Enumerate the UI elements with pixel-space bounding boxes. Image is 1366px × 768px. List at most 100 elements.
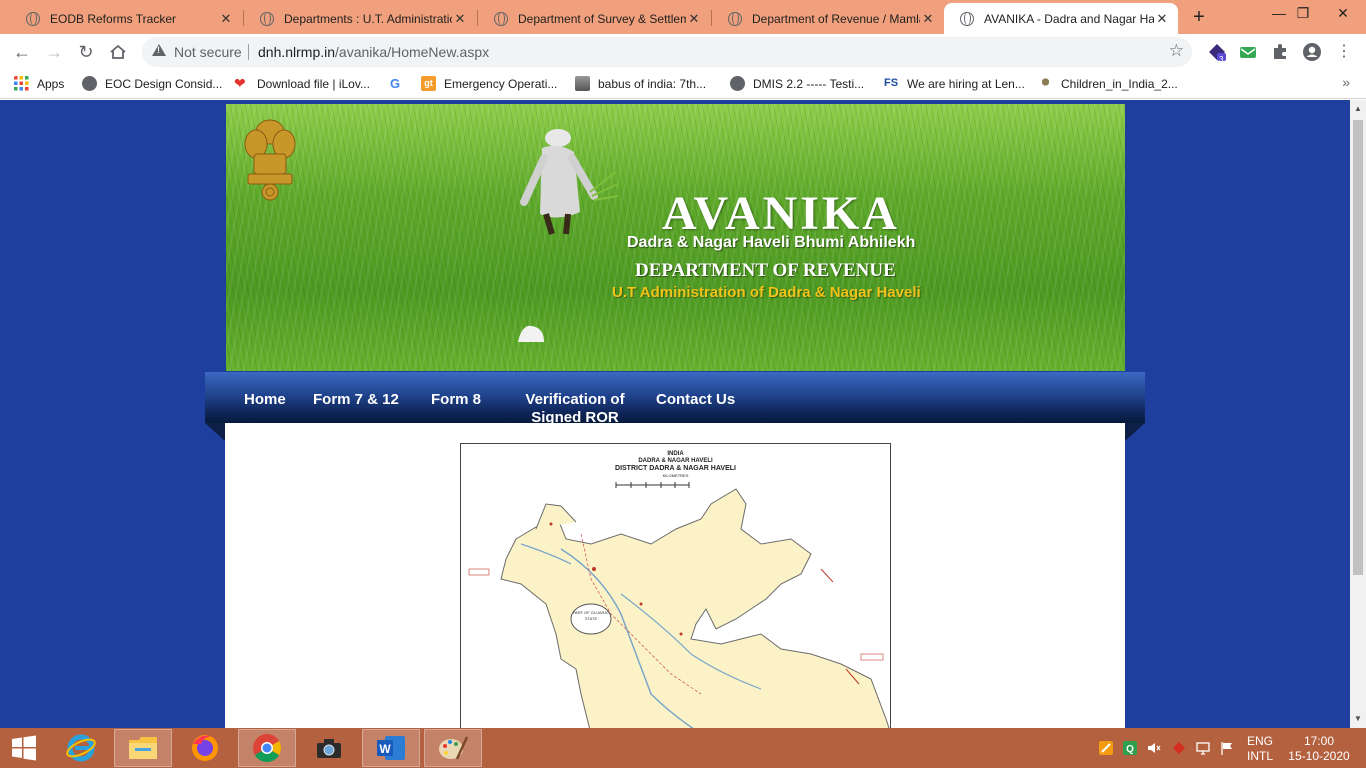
bookmark-label: Emergency Operati... (444, 76, 558, 91)
browser-toolbar: ← → ↻ Not secure dnh.nlrmp.in/avanika/Ho… (0, 34, 1366, 70)
extension-badge-icon[interactable] (1207, 42, 1227, 62)
nav-verification-ror[interactable]: Verification of Signed ROR (521, 391, 629, 427)
globe-icon (728, 11, 742, 26)
scroll-up-icon[interactable]: ▲ (1354, 104, 1362, 113)
bookmark-label: We are hiring at Len... (907, 76, 1025, 91)
bookmark-babus[interactable]: babus of india: 7th... (575, 76, 706, 91)
bookmark-ilovepdf[interactable]: ❤ Download file | iLov... (234, 76, 370, 91)
word-button[interactable]: W (362, 729, 420, 767)
fs-icon: FS (884, 77, 899, 89)
extensions-puzzle-icon[interactable] (1270, 42, 1290, 62)
tab-eodb[interactable]: EODB Reforms Tracker ✕ (10, 3, 242, 34)
bookmark-label: babus of india: 7th... (598, 76, 707, 91)
security-shield-icon[interactable] (1172, 741, 1186, 755)
page-scrollbar[interactable]: ▲ ▼ (1350, 100, 1366, 728)
action-center-flag-icon[interactable] (1220, 741, 1234, 755)
clock-time: 17:00 (1303, 734, 1335, 748)
security-label[interactable]: Not secure (174, 44, 242, 60)
close-icon[interactable]: ✕ (452, 11, 468, 27)
white-bag-figure (518, 325, 544, 342)
nav-home[interactable]: Home (244, 391, 286, 409)
bookmark-children[interactable]: Children_in_India_2... (1038, 76, 1178, 91)
globe-icon (260, 11, 274, 26)
tab-strip: EODB Reforms Tracker ✕ Departments : U.T… (0, 0, 1366, 34)
nav-form-8[interactable]: Form 8 (431, 391, 481, 409)
globe-icon (960, 11, 974, 26)
main-content: INDIA DADRA & NAGAR HAVELI DISTRICT DADR… (225, 423, 1125, 728)
home-button[interactable] (106, 40, 130, 64)
tab-avanika[interactable]: AVANIKA - Dadra and Nagar Haveli ✕ (944, 3, 1178, 34)
google-icon: G (390, 76, 401, 91)
language-code: ENG (1246, 734, 1273, 748)
tray-app-orange-icon[interactable] (1099, 741, 1113, 755)
bookmark-label: Download file | iLov... (257, 76, 370, 91)
paint-icon (439, 736, 469, 760)
bookmark-emergency[interactable]: gt Emergency Operati... (421, 76, 557, 91)
start-button[interactable] (0, 729, 48, 767)
network-icon[interactable] (1196, 741, 1210, 755)
tray-q-icon[interactable]: Q (1123, 741, 1137, 755)
start-icon (12, 735, 36, 761)
map-drawing (468, 482, 890, 728)
tab-departments[interactable]: Departments : U.T. Administration ✕ (244, 3, 476, 34)
map-scale-bar (615, 482, 690, 488)
chrome-button[interactable] (238, 729, 296, 767)
file-explorer-button[interactable] (114, 729, 172, 767)
bookmark-dmis[interactable]: DMIS 2.2 ----- Testi... (730, 76, 864, 91)
url-path: /avanika/HomeNew.aspx (335, 44, 490, 60)
close-icon[interactable]: ✕ (1154, 11, 1170, 27)
emblem-icon (1038, 76, 1053, 91)
address-bar[interactable]: Not secure dnh.nlrmp.in/avanika/HomeNew.… (142, 37, 1192, 67)
nav-contact-us[interactable]: Contact Us (656, 391, 735, 409)
firefox-icon (192, 735, 218, 761)
volume-muted-icon[interactable] (1147, 741, 1161, 755)
url-text[interactable]: dnh.nlrmp.in/avanika/HomeNew.aspx (258, 44, 489, 60)
reload-button[interactable]: ↻ (74, 40, 98, 64)
gt-icon: gt (421, 76, 436, 91)
scroll-thumb[interactable] (1353, 120, 1363, 575)
firefox-button[interactable] (176, 729, 234, 767)
svg-text:Q: Q (1126, 744, 1134, 755)
bookmark-label: DMIS 2.2 ----- Testi... (753, 76, 865, 91)
mail-extension-icon[interactable] (1238, 42, 1258, 62)
back-button[interactable]: ← (10, 40, 34, 64)
internet-explorer-icon (66, 734, 96, 762)
system-clock[interactable]: 17:00 15-10-2020 (1284, 734, 1354, 764)
url-host: dnh.nlrmp.in (258, 44, 336, 60)
language-indicator[interactable]: ENG INTL (1244, 734, 1276, 764)
bookmark-apps[interactable]: Apps (14, 76, 64, 91)
bookmark-label: Apps (37, 76, 65, 91)
close-window-button[interactable]: ✕ (1320, 2, 1366, 28)
tab-revenue[interactable]: Department of Revenue / Mamlatdar ✕ (712, 3, 944, 34)
chevron-right-icon[interactable]: » (1342, 74, 1350, 90)
new-tab-button[interactable]: + (1188, 6, 1210, 29)
bookmark-eoc[interactable]: EOC Design Consid... (82, 76, 222, 91)
bookmark-label: Children_in_India_2... (1061, 76, 1178, 91)
bookmark-hiring[interactable]: FS We are hiring at Len... (884, 76, 1025, 91)
bookmark-google[interactable]: G (390, 76, 413, 91)
page-viewport: AVANIKA Dadra & Nagar Haveli Bhumi Abhil… (0, 100, 1350, 728)
close-icon[interactable]: ✕ (218, 11, 234, 27)
close-icon[interactable]: ✕ (920, 11, 936, 27)
bookmark-star-icon[interactable]: ☆ (1169, 41, 1184, 61)
home-icon (110, 44, 126, 59)
tab-title: Departments : U.T. Administration (284, 11, 452, 26)
camera-app-button[interactable] (300, 729, 358, 767)
internet-explorer-button[interactable] (52, 729, 110, 767)
nav-fold-right (1125, 423, 1145, 441)
menu-kebab-icon[interactable]: ⋮ (1332, 40, 1356, 64)
district-map: INDIA DADRA & NAGAR HAVELI DISTRICT DADR… (460, 443, 891, 728)
header-banner: AVANIKA Dadra & Nagar Haveli Bhumi Abhil… (226, 104, 1125, 371)
administration-heading: U.T Administration of Dadra & Nagar Have… (612, 284, 921, 301)
keyboard-layout: INTL (1246, 749, 1273, 763)
close-icon[interactable]: ✕ (686, 11, 702, 27)
image-icon (575, 76, 590, 91)
nav-form-7-12[interactable]: Form 7 & 12 (313, 391, 399, 409)
tab-survey[interactable]: Department of Survey & Settlement ✕ (478, 3, 710, 34)
forward-button[interactable]: → (42, 40, 66, 64)
clock-date: 15-10-2020 (1288, 749, 1350, 763)
paint-button[interactable] (424, 729, 482, 767)
main-nav: Home Form 7 & 12 Form 8 Verification of … (205, 372, 1145, 426)
scroll-down-icon[interactable]: ▼ (1354, 714, 1362, 723)
profile-avatar-icon[interactable] (1302, 42, 1322, 62)
